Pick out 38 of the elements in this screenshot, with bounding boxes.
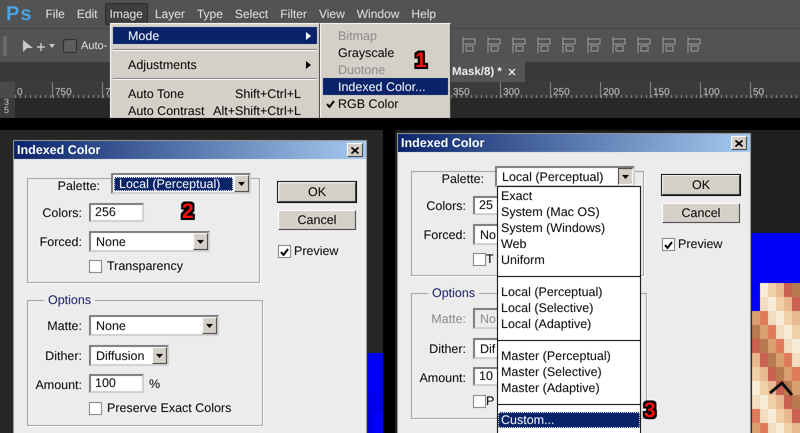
- field-label: Matte:: [47, 319, 82, 333]
- app-logo: Ps: [6, 2, 32, 26]
- ruler-label: 35: [4, 98, 10, 114]
- group-title: Options: [44, 293, 96, 307]
- field-label: Dither:: [429, 342, 466, 356]
- group-title: Options: [428, 286, 480, 300]
- field-label: Forced:: [40, 235, 82, 249]
- step-number: 3: [644, 400, 656, 421]
- field-label: Amount:: [35, 378, 82, 392]
- dialog-title: Indexed Color: [17, 143, 100, 157]
- checkbox-label: Transparency: [107, 259, 183, 273]
- field-label: Colors:: [426, 199, 466, 213]
- unit-label: %: [149, 377, 160, 391]
- tab-title: Mask/8) *: [452, 66, 502, 78]
- ruler-label: 250: [552, 87, 570, 98]
- ruler-label: 200: [602, 87, 620, 98]
- field-label: Dither:: [45, 349, 82, 363]
- ruler-label: 750: [54, 87, 72, 98]
- step-number: 1: [415, 50, 427, 71]
- checkbox-label: T: [486, 252, 494, 266]
- ruler-label: 350: [452, 87, 470, 98]
- ruler-label: 0: [16, 87, 23, 98]
- field-label: Forced:: [424, 228, 466, 242]
- checkbox-label: Auto-: [81, 40, 108, 52]
- dialog-title: Indexed Color: [401, 136, 484, 150]
- checkbox-label: P: [486, 394, 494, 408]
- ruler-label: 50: [752, 87, 764, 98]
- step-number: 2: [182, 201, 194, 222]
- checkbox-label: Preserve Exact Colors: [107, 401, 232, 415]
- checkbox-label: Preview: [678, 237, 722, 251]
- ruler-label: 7: [104, 87, 111, 98]
- field-label: Colors:: [42, 206, 82, 220]
- field-label: Amount:: [419, 371, 466, 385]
- ruler-label: 150: [652, 87, 670, 98]
- checkbox-label: Preview: [294, 244, 338, 258]
- ruler-label: 100: [702, 87, 720, 98]
- ruler-label: 300: [502, 87, 520, 98]
- field-label: Matte:: [431, 312, 466, 326]
